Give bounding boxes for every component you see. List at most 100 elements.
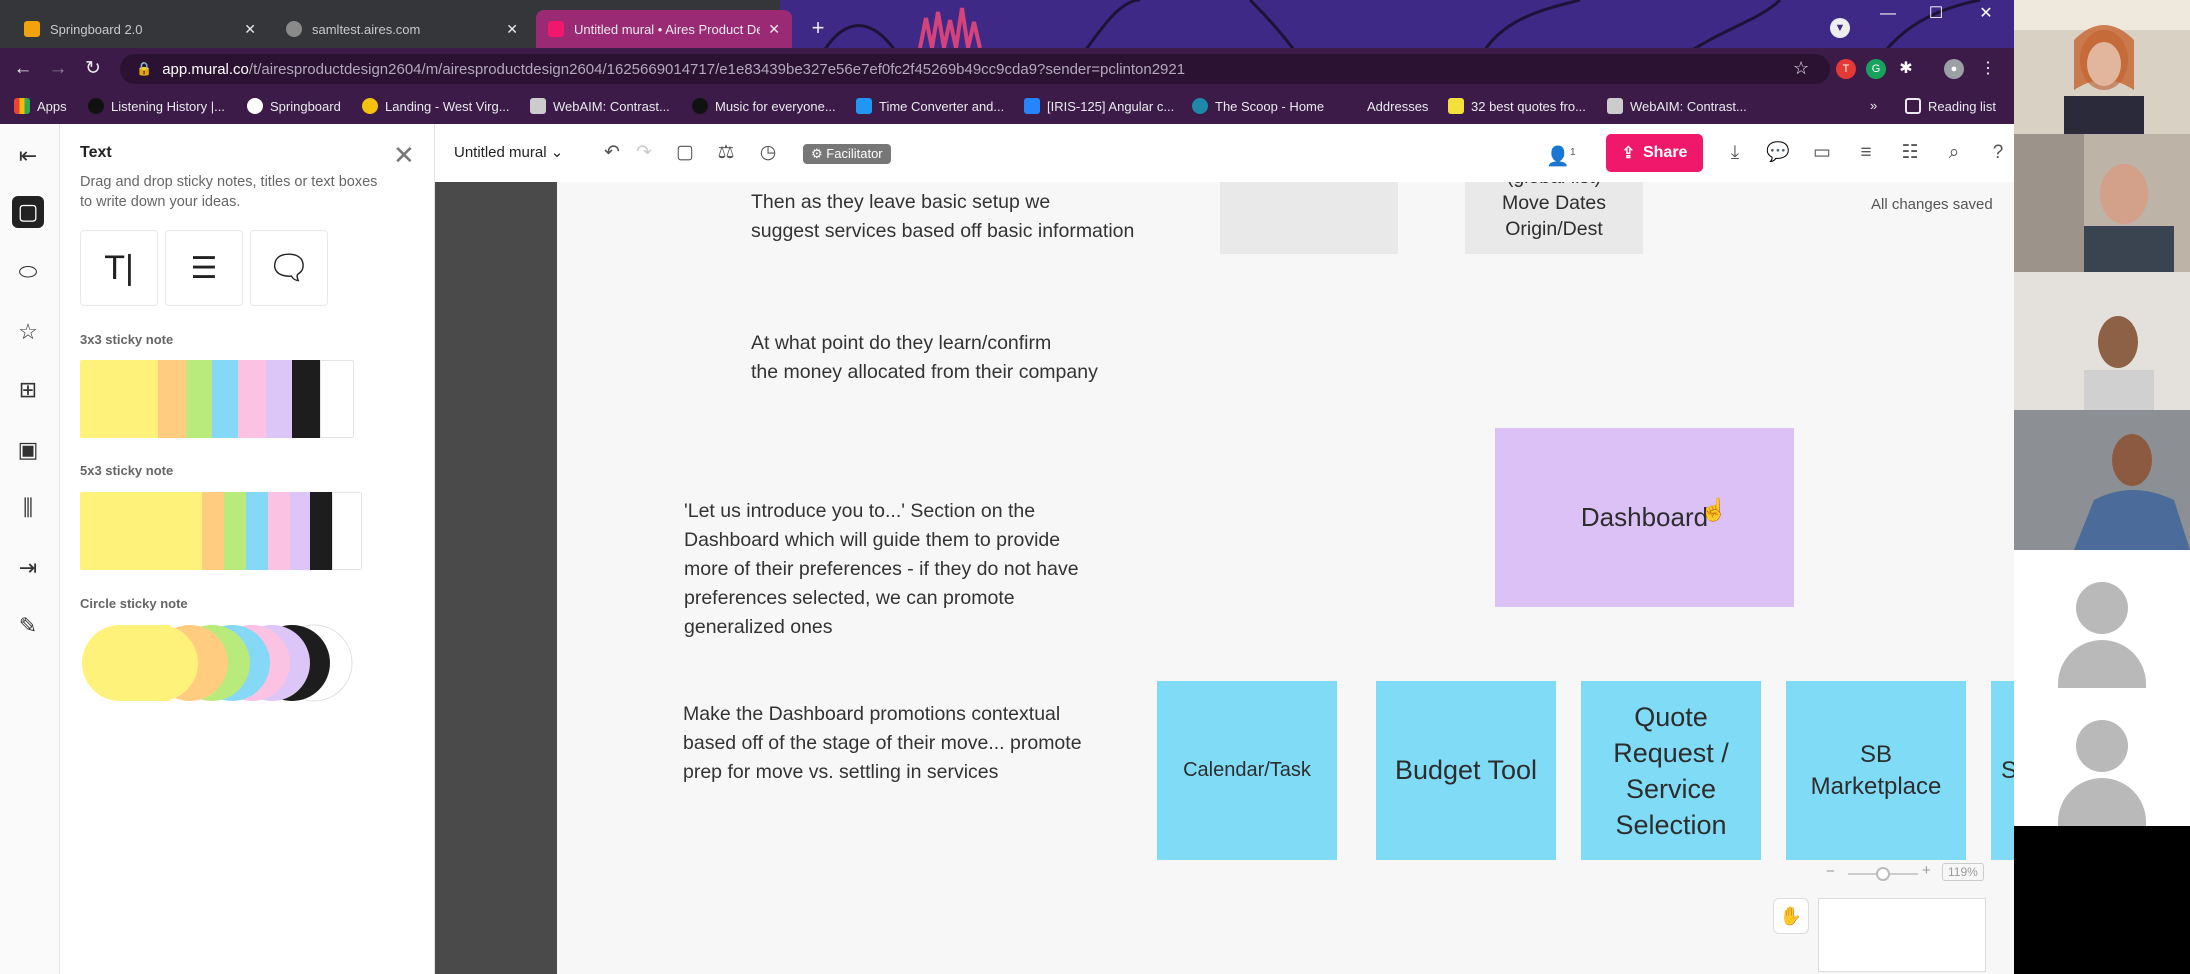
- address-bar[interactable]: 🔒 app.mural.co/t/airesproductdesign2604/…: [120, 54, 1830, 84]
- sticky-blue[interactable]: [212, 360, 238, 438]
- new-tab-button[interactable]: +: [806, 17, 830, 41]
- text-box-option[interactable]: ☰: [165, 230, 243, 306]
- canvas-text-block[interactable]: Then as they leave basic setup we sugges…: [751, 188, 1134, 246]
- bookmark-apps[interactable]: Apps: [14, 98, 67, 114]
- close-window-button[interactable]: ✕: [1962, 0, 2010, 30]
- sticky-white[interactable]: [320, 360, 354, 438]
- canvas-text-block[interactable]: Make the Dashboard promotions contextual…: [683, 700, 1082, 787]
- sticky-green[interactable]: [186, 360, 212, 438]
- sticky-orange[interactable]: [202, 492, 224, 570]
- search-icon[interactable]: ⌕: [1941, 140, 1967, 166]
- sticky-green[interactable]: [224, 492, 246, 570]
- mural-title[interactable]: Untitled mural ⌄: [454, 143, 563, 161]
- sticky-black[interactable]: [310, 492, 332, 570]
- tab-samltest[interactable]: samltest.aires.com ✕: [274, 10, 530, 48]
- bookmark-spotify[interactable]: Music for everyone...: [692, 98, 836, 114]
- collapse-panel-icon[interactable]: ⇤: [12, 140, 44, 172]
- tab-mural[interactable]: Untitled mural • Aires Product De ✕: [536, 10, 792, 48]
- zoom-level[interactable]: 119%: [1942, 863, 1984, 881]
- sticky-black[interactable]: [292, 360, 320, 438]
- bookmark-webaim-1[interactable]: WebAIM: Contrast...: [530, 98, 670, 114]
- grey-sticky-note[interactable]: [1220, 182, 1398, 254]
- back-arrow-icon[interactable]: ←: [10, 56, 36, 82]
- sticky-yellow[interactable]: [80, 492, 202, 570]
- share-button[interactable]: ⇪ Share: [1606, 134, 1703, 172]
- reading-list-button[interactable]: Reading list: [1905, 98, 1996, 114]
- sticky-orange[interactable]: [158, 360, 186, 438]
- chrome-menu-icon[interactable]: ⋮: [1978, 59, 1998, 79]
- sticky-note-tool-icon[interactable]: ▢: [12, 196, 44, 228]
- bookmark-webaim-2[interactable]: WebAIM: Contrast...: [1607, 98, 1747, 114]
- sticky-pink[interactable]: [268, 492, 290, 570]
- sticky-circle-palette[interactable]: [80, 622, 360, 704]
- sb-marketplace-sticky-note[interactable]: SB Marketplace: [1786, 681, 1966, 860]
- redo-icon[interactable]: ↷: [631, 140, 657, 166]
- undo-icon[interactable]: ↶: [599, 140, 625, 166]
- partial-sticky-note[interactable]: S: [1991, 681, 2014, 860]
- comment-box-option[interactable]: 🗨: [250, 230, 328, 306]
- minimap[interactable]: [1818, 898, 1986, 972]
- sticky-purple[interactable]: [290, 492, 310, 570]
- bookmark-star-icon[interactable]: ☆: [1793, 58, 1809, 79]
- bookmark-jira[interactable]: [IRIS-125] Angular c...: [1024, 98, 1174, 114]
- collaborators-icon[interactable]: 👤1: [1541, 140, 1581, 167]
- export-download-icon[interactable]: ⤓: [1722, 140, 1748, 166]
- bookmark-addresses[interactable]: Addresses: [1352, 98, 1428, 114]
- mural-canvas[interactable]: Untitled mural ⌄ ↶ ↷ ▢ ⚖ ◷ ⚙ Facilitator…: [435, 124, 2014, 974]
- close-tab-icon[interactable]: ✕: [244, 21, 256, 38]
- chat-icon[interactable]: ▭: [1809, 140, 1835, 166]
- bookmark-listening-history[interactable]: Listening History |...: [88, 98, 225, 114]
- close-panel-icon[interactable]: ✕: [393, 140, 415, 171]
- title-text-option[interactable]: T|: [80, 230, 158, 306]
- sticky-blue[interactable]: [246, 492, 268, 570]
- extension-red-icon[interactable]: T: [1836, 59, 1856, 79]
- favorites-star-icon[interactable]: ☆: [12, 316, 44, 348]
- activity-icon[interactable]: ≡: [1853, 140, 1879, 166]
- extension-green-icon[interactable]: G: [1866, 59, 1886, 79]
- quote-request-sticky-note[interactable]: Quote Request / Service Selection: [1581, 681, 1761, 860]
- images-icon[interactable]: ▣: [12, 434, 44, 466]
- minimize-window-button[interactable]: —: [1864, 0, 1912, 30]
- zoom-in-icon[interactable]: +: [1922, 862, 1931, 879]
- forward-arrow-icon[interactable]: →: [45, 56, 71, 82]
- budget-tool-sticky-note[interactable]: Budget Tool: [1376, 681, 1556, 860]
- bookmark-springboard[interactable]: Springboard: [247, 98, 341, 114]
- library-icon[interactable]: ⫼: [12, 492, 44, 524]
- outline-list-icon[interactable]: ☷: [1897, 140, 1923, 166]
- sticky-white[interactable]: [332, 492, 362, 570]
- tab-springboard[interactable]: Springboard 2.0 ✕: [12, 10, 268, 48]
- outline-icon[interactable]: ▢: [672, 140, 698, 166]
- profile-avatar-icon[interactable]: ●: [1944, 59, 1964, 79]
- zoom-out-icon[interactable]: −: [1826, 863, 1835, 880]
- frameworks-grid-icon[interactable]: ⊞: [12, 374, 44, 406]
- import-icon[interactable]: ⇥: [12, 552, 44, 584]
- bookmark-time-converter[interactable]: Time Converter and...: [856, 98, 1004, 114]
- facilitator-badge[interactable]: ⚙ Facilitator: [803, 144, 891, 164]
- dashboard-sticky-note[interactable]: Dashboard: [1495, 428, 1794, 607]
- sticky-pink[interactable]: [238, 360, 266, 438]
- canvas-text-block[interactable]: 'Let us introduce you to...' Section on …: [684, 497, 1079, 642]
- help-icon[interactable]: ?: [1985, 140, 2011, 166]
- zoom-slider-handle[interactable]: [1876, 867, 1890, 881]
- move-dates-sticky-note[interactable]: (global list) Move Dates Origin/Dest: [1465, 182, 1643, 254]
- bookmarks-overflow-icon[interactable]: »: [1870, 98, 1877, 113]
- sticky-yellow[interactable]: [80, 360, 158, 438]
- sticky-3x3-palette[interactable]: [80, 360, 354, 438]
- bookmark-landing-wv[interactable]: Landing - West Virg...: [362, 98, 510, 114]
- voting-icon[interactable]: ⚖: [713, 140, 739, 166]
- calendar-task-sticky-note[interactable]: Calendar/Task: [1157, 681, 1337, 860]
- shapes-tool-icon[interactable]: ⬭: [12, 256, 44, 288]
- pan-hand-icon[interactable]: ✋: [1773, 898, 1809, 934]
- profile-menu-icon[interactable]: ▼: [1830, 18, 1850, 38]
- extensions-puzzle-icon[interactable]: ✱: [1896, 59, 1916, 79]
- bookmark-quotes[interactable]: 32 best quotes fro...: [1448, 98, 1586, 114]
- maximize-window-button[interactable]: ☐: [1912, 0, 1960, 30]
- draw-pencil-icon[interactable]: ✎: [12, 610, 44, 642]
- canvas-text-block[interactable]: At what point do they learn/confirm the …: [751, 329, 1098, 387]
- timer-icon[interactable]: ◷: [755, 140, 781, 166]
- comments-icon[interactable]: 💬: [1765, 140, 1791, 166]
- close-tab-icon[interactable]: ✕: [506, 21, 518, 38]
- close-tab-icon[interactable]: ✕: [768, 21, 780, 38]
- reload-icon[interactable]: ↻: [80, 56, 106, 82]
- bookmark-the-scoop[interactable]: The Scoop - Home: [1192, 98, 1324, 114]
